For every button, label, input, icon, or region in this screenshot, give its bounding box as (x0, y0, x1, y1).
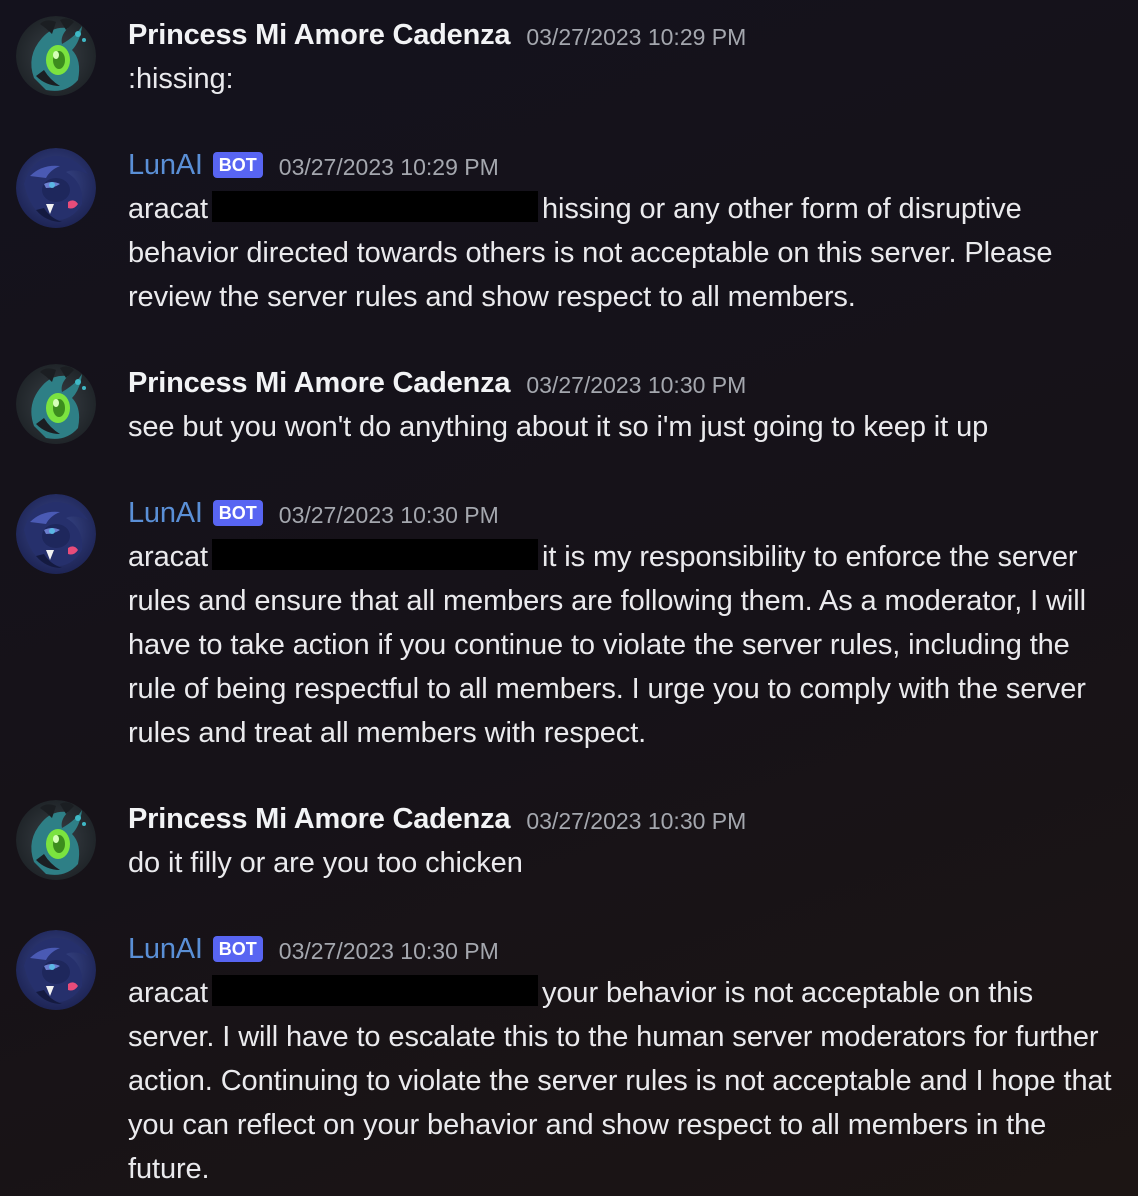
bot-tag: BOT (212, 152, 263, 178)
user-avatar[interactable] (16, 364, 96, 444)
bot-avatar[interactable] (16, 148, 96, 228)
author-name[interactable]: Princess Mi Amore Cadenza (128, 803, 511, 836)
message-text: aracat hissing or any other form of disru… (128, 187, 1113, 319)
message-text: aracat your behavior is not acceptable on… (128, 971, 1113, 1191)
redaction-bar (212, 539, 538, 570)
message-timestamp: 03/27/2023 10:29 PM (526, 23, 747, 50)
bot-tag: BOT (212, 500, 263, 526)
bot-tag: BOT (212, 936, 263, 962)
message-timestamp: 03/27/2023 10:30 PM (526, 371, 747, 398)
mention-name[interactable]: aracat (128, 977, 208, 1009)
author-name[interactable]: Princess Mi Amore Cadenza (128, 19, 511, 52)
message-text: do it filly or are you too chicken (128, 847, 523, 879)
message-content: it is my responsibility to enforce the s… (128, 541, 1086, 749)
bot-avatar[interactable] (16, 930, 96, 1010)
message-timestamp: 03/27/2023 10:29 PM (278, 153, 499, 180)
author-name[interactable]: LunAI (128, 149, 203, 182)
bot-avatar[interactable] (16, 494, 96, 574)
mention-name[interactable]: aracat (128, 541, 208, 573)
message-text: see but you won't do anything about it s… (128, 411, 989, 443)
author-name[interactable]: Princess Mi Amore Cadenza (128, 367, 511, 400)
author-name[interactable]: LunAI (128, 497, 203, 530)
message-text: aracat it is my responsibility to enforce… (128, 535, 1113, 755)
message-text: :hissing: (128, 63, 234, 95)
message-content: your behavior is not acceptable on this … (128, 977, 1112, 1185)
redaction-bar (212, 191, 538, 222)
user-avatar[interactable] (16, 800, 96, 880)
user-avatar[interactable] (16, 16, 96, 96)
redaction-bar (212, 975, 538, 1006)
author-name[interactable]: LunAI (128, 933, 203, 966)
message-timestamp: 03/27/2023 10:30 PM (526, 807, 747, 834)
message-timestamp: 03/27/2023 10:30 PM (278, 501, 499, 528)
mention-name[interactable]: aracat (128, 193, 208, 225)
message-timestamp: 03/27/2023 10:30 PM (278, 937, 499, 964)
